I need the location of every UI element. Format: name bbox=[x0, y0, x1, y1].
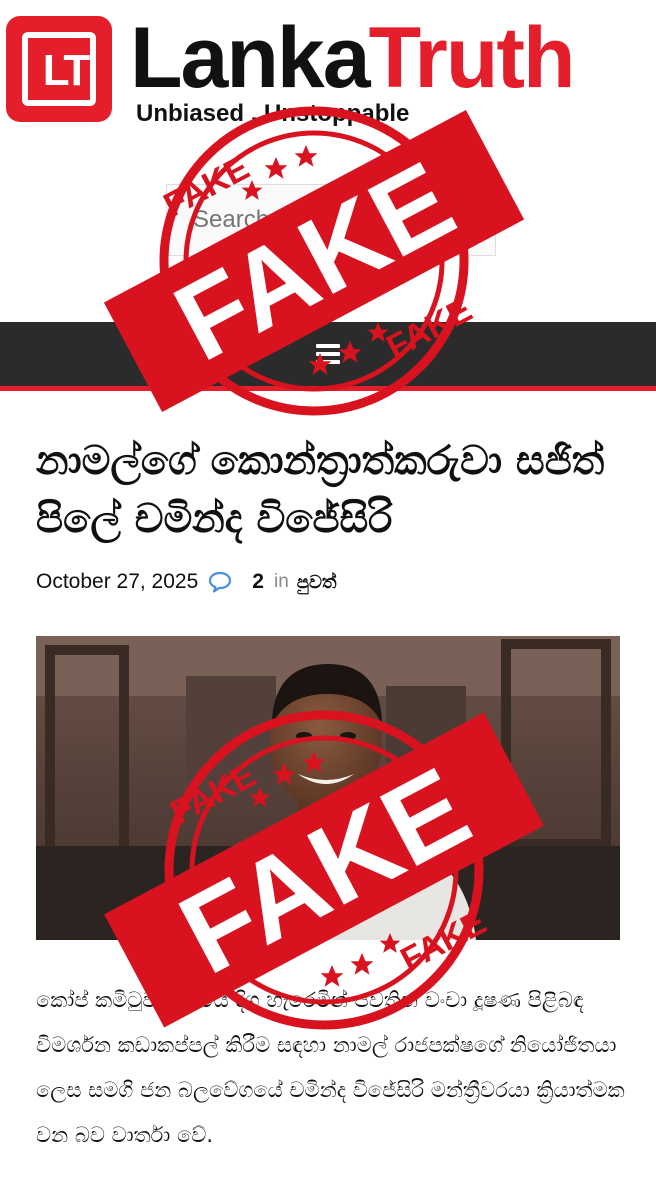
article-body: කෝප් කමිටුව ඉදිරියේ දිග හැරෙමින් පවතින ව… bbox=[36, 988, 625, 1147]
comment-bubble-icon[interactable] bbox=[208, 571, 232, 593]
main-navbar bbox=[0, 322, 656, 391]
logo-frame: LT bbox=[22, 32, 96, 106]
menu-bar-line bbox=[316, 352, 340, 356]
portrait-photo-illustration bbox=[36, 636, 620, 940]
article-date[interactable]: October 27, 2025 bbox=[36, 570, 198, 594]
hamburger-menu-icon[interactable] bbox=[316, 344, 340, 364]
brand-second-word: Truth bbox=[368, 10, 576, 106]
category-prefix: in bbox=[273, 571, 289, 592]
article-meta: October 27, 2025 2 in පුවත් bbox=[36, 570, 337, 594]
article-title: නාමල්ගේ කොන්ත්‍රාත්කරුවා සජිත් පිලේ චමින… bbox=[36, 438, 605, 542]
site-logo-mark[interactable]: LT bbox=[6, 16, 112, 122]
menu-bar-line bbox=[316, 344, 340, 348]
site-brand-name[interactable]: LankaTruth bbox=[130, 14, 576, 102]
article-category-link[interactable]: පුවත් bbox=[297, 572, 337, 593]
comment-count[interactable]: 2 bbox=[252, 570, 264, 594]
logo-mark-letters: LT bbox=[42, 46, 91, 95]
star-icon bbox=[350, 953, 374, 975]
site-tagline: Unbiased , Unstoppable bbox=[136, 100, 410, 127]
brand-first-word: Lanka bbox=[130, 10, 371, 106]
search-box[interactable] bbox=[166, 184, 496, 256]
search-input[interactable] bbox=[167, 185, 495, 255]
site-header: LT LankaTruth Unbiased , Unstoppable bbox=[0, 0, 656, 320]
menu-bar-line bbox=[316, 360, 340, 364]
article-featured-image bbox=[36, 636, 620, 940]
